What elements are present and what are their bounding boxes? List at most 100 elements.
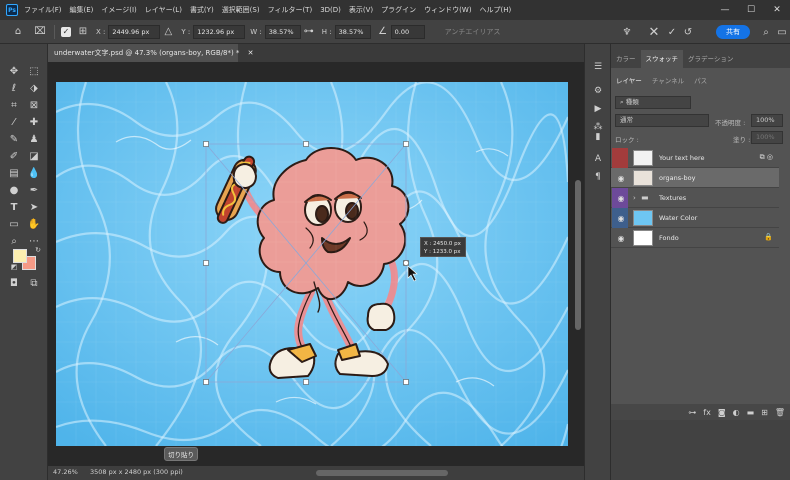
opacity-field[interactable]: 100% bbox=[751, 114, 783, 127]
fill-field[interactable]: 100% bbox=[751, 131, 783, 144]
layer-name[interactable]: Your text here bbox=[659, 154, 704, 162]
blend-mode-select[interactable]: 通常 bbox=[615, 114, 709, 127]
menu-help[interactable]: ヘルプ(H) bbox=[480, 5, 512, 15]
object-select-tool-icon[interactable]: ⬗ bbox=[27, 81, 41, 95]
layer-row[interactable]: Your text here ⧉ ◎ bbox=[611, 148, 779, 168]
comment-icon[interactable]: ▮ bbox=[591, 130, 605, 144]
rectangle-tool-icon[interactable]: ▭ bbox=[7, 217, 21, 231]
eye-icon[interactable]: ◉ bbox=[615, 192, 627, 204]
eyedropper-tool-icon[interactable]: ⁄ bbox=[7, 115, 21, 129]
antialias-label[interactable]: アンチエイリアス bbox=[445, 27, 501, 37]
move-tool-icon[interactable]: ✥ bbox=[7, 64, 21, 78]
menu-layer[interactable]: レイヤー(L) bbox=[145, 5, 182, 15]
height-field[interactable]: 38.57% bbox=[334, 24, 371, 39]
reference-point-checkbox[interactable]: ✓ bbox=[61, 26, 71, 37]
path-select-tool-icon[interactable]: ➤ bbox=[27, 200, 41, 214]
menu-edit[interactable]: 編集(E) bbox=[70, 5, 94, 15]
fx-icon[interactable]: fx bbox=[703, 408, 711, 417]
layer-row[interactable]: ◉ organs-boy bbox=[611, 168, 779, 188]
history-brush-tool-icon[interactable]: ✐ bbox=[7, 149, 21, 163]
relative-position-icon[interactable]: △ bbox=[160, 24, 176, 40]
search-icon[interactable]: ⌕ bbox=[758, 24, 774, 40]
zoom-tool-icon[interactable]: ⌕ bbox=[7, 234, 21, 248]
document-canvas[interactable] bbox=[56, 82, 568, 446]
document-tab[interactable]: underwater文字.psd @ 47.3% (organs-boy, RG… bbox=[48, 44, 254, 62]
maximize-button[interactable]: ☐ bbox=[738, 0, 764, 20]
tab-color[interactable]: カラー bbox=[611, 50, 641, 68]
stamp-tool-icon[interactable]: ♟ bbox=[27, 132, 41, 146]
play-action-icon[interactable]: ▶ bbox=[591, 102, 605, 116]
menu-filter[interactable]: フィルター(T) bbox=[268, 5, 313, 15]
tab-channels[interactable]: チャンネル bbox=[647, 72, 689, 90]
type-tool-icon[interactable]: T bbox=[7, 200, 21, 214]
zoom-level[interactable]: 47.26% bbox=[53, 468, 78, 476]
close-tab-icon[interactable]: ✕ bbox=[248, 49, 254, 57]
width-field[interactable]: 38.57% bbox=[264, 24, 301, 39]
y-field[interactable]: 1232.96 px bbox=[193, 24, 246, 39]
layer-filter-field[interactable]: ⌕ 種類 bbox=[615, 96, 691, 109]
link-layers-icon[interactable]: ⊶ bbox=[688, 408, 696, 417]
expand-group-icon[interactable]: › bbox=[633, 194, 636, 202]
layer-name[interactable]: organs-boy bbox=[659, 174, 695, 182]
menu-type[interactable]: 書式(Y) bbox=[190, 5, 214, 15]
eye-icon[interactable]: ◉ bbox=[615, 232, 627, 244]
minimize-button[interactable]: — bbox=[712, 0, 738, 20]
tab-layers[interactable]: レイヤー bbox=[611, 72, 647, 90]
home-icon[interactable]: ⌂ bbox=[10, 24, 26, 40]
quick-mask-icon[interactable]: ◘ bbox=[7, 276, 21, 290]
foreground-color-swatch[interactable] bbox=[13, 249, 27, 263]
eye-icon[interactable]: ◉ bbox=[615, 172, 627, 184]
lasso-tool-icon[interactable]: ℓ bbox=[7, 81, 21, 95]
undo-history-icon[interactable]: ↺ bbox=[680, 24, 696, 40]
tab-paths[interactable]: パス bbox=[689, 72, 712, 90]
reference-point-grid-icon[interactable]: ⊞ bbox=[75, 24, 91, 40]
menu-select[interactable]: 選択範囲(S) bbox=[222, 5, 260, 15]
layer-row[interactable]: ◉ › ▬ Textures bbox=[611, 188, 779, 208]
brush-tool-icon[interactable]: ✎ bbox=[7, 132, 21, 146]
layer-name[interactable]: Water Color bbox=[659, 214, 697, 222]
menu-file[interactable]: ファイル(F) bbox=[24, 5, 62, 15]
x-field[interactable]: 2449.96 px bbox=[108, 24, 161, 39]
screen-mode-icon[interactable]: ⧉ bbox=[27, 276, 41, 290]
healing-brush-tool-icon[interactable]: ✚ bbox=[27, 115, 41, 129]
document-info[interactable]: 3508 px x 2480 px (300 ppi) bbox=[90, 468, 183, 476]
transform-tool-preset-icon[interactable]: ⌧ bbox=[32, 24, 48, 40]
eraser-tool-icon[interactable]: ◪ bbox=[27, 149, 41, 163]
new-layer-icon[interactable]: ⊞ bbox=[761, 408, 768, 417]
cancel-transform-icon[interactable]: ✕ bbox=[646, 24, 662, 40]
link-icon[interactable]: ⊶ bbox=[301, 24, 317, 40]
warp-icon[interactable]: ♆ bbox=[619, 24, 635, 40]
reference-point[interactable] bbox=[403, 260, 409, 266]
hand-tool-icon[interactable]: ✋ bbox=[27, 217, 41, 231]
close-window-button[interactable]: ✕ bbox=[764, 0, 790, 20]
layer-name[interactable]: Fondo bbox=[659, 234, 679, 242]
cut-paste-button[interactable]: 切り貼り bbox=[164, 447, 198, 461]
horizontal-scrollbar[interactable] bbox=[316, 470, 448, 476]
vertical-scrollbar[interactable] bbox=[575, 180, 581, 330]
frame-tool-icon[interactable]: ⊠ bbox=[27, 98, 41, 112]
share-button[interactable]: 共有 bbox=[716, 25, 750, 39]
eye-icon[interactable]: ◉ bbox=[615, 212, 627, 224]
menu-window[interactable]: ウィンドウ(W) bbox=[424, 5, 471, 15]
properties-icon[interactable]: ☰ bbox=[591, 60, 605, 74]
blur-tool-icon[interactable]: 💧 bbox=[27, 166, 41, 180]
menu-image[interactable]: イメージ(I) bbox=[101, 5, 136, 15]
paragraph-icon[interactable]: ¶ bbox=[591, 170, 605, 184]
tab-gradient[interactable]: グラデーション bbox=[683, 50, 738, 68]
swap-colors-icon[interactable]: ↻ bbox=[31, 243, 45, 257]
dodge-tool-icon[interactable]: ● bbox=[7, 183, 21, 197]
character-icon[interactable]: A bbox=[591, 152, 605, 166]
menu-view[interactable]: 表示(V) bbox=[349, 5, 373, 15]
delete-layer-icon[interactable]: 🗑 bbox=[775, 408, 785, 417]
layer-row[interactable]: ◉ Water Color bbox=[611, 208, 779, 228]
adjustment-layer-icon[interactable]: ◐ bbox=[733, 408, 740, 417]
tab-swatches[interactable]: スウォッチ bbox=[640, 50, 683, 68]
angle-field[interactable]: 0.00 bbox=[390, 24, 425, 39]
marquee-tool-icon[interactable]: ⬚ bbox=[27, 64, 41, 78]
menu-3d[interactable]: 3D(D) bbox=[320, 6, 341, 14]
commit-transform-icon[interactable]: ✓ bbox=[664, 24, 680, 40]
add-mask-icon[interactable]: ◙ bbox=[718, 408, 726, 417]
layer-name[interactable]: Textures bbox=[659, 194, 686, 202]
workspace-icon[interactable]: ▭ bbox=[774, 24, 790, 40]
pen-tool-icon[interactable]: ✒ bbox=[27, 183, 41, 197]
